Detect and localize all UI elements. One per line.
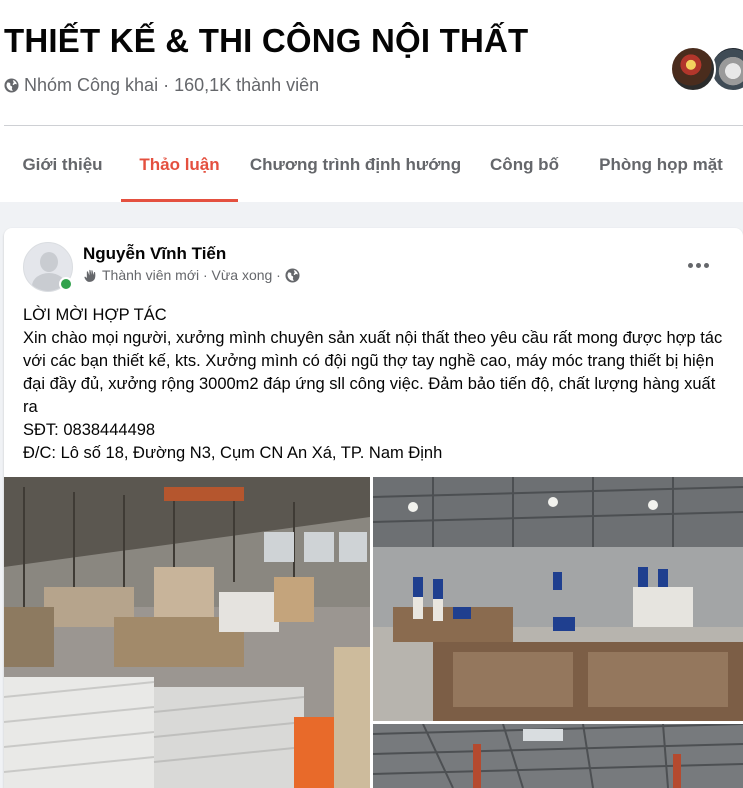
post-options-button[interactable] [678,250,718,280]
post-meta-text[interactable]: Thành viên mới · Vừa xong · [102,267,281,283]
tab-discussion[interactable]: Thảo luận [121,128,238,202]
post-photo-workers[interactable] [373,477,743,721]
tab-about[interactable]: Giới thiệu [4,128,121,202]
tab-rooms[interactable]: Phòng họp mặt [576,128,743,202]
post-body: Xin chào mọi người, xưởng mình chuyên sả… [23,329,723,416]
tab-announcements[interactable]: Công bố [473,128,576,202]
globe-icon [4,78,19,93]
wave-hand-icon [84,269,96,282]
online-status-indicator [59,277,73,291]
group-meta: Nhóm Công khai · 160,1K thành viên [4,75,319,96]
post-photo-warehouse-panels[interactable] [4,477,370,788]
post-meta: Thành viên mới · Vừa xong · [83,267,300,283]
member-avatar[interactable] [670,46,716,92]
group-tabs: Giới thiệu Thảo luận Chương trình định h… [4,128,743,202]
header-divider [4,125,743,126]
audience-globe-icon[interactable] [285,267,300,283]
more-horizontal-icon [687,262,693,268]
group-title[interactable]: THIẾT KẾ & THI CÔNG NỘI THẤT [4,22,528,60]
author-name[interactable]: Nguyễn Vĩnh Tiến [83,244,226,264]
facebook-group-page: THIẾT KẾ & THI CÔNG NỘI THẤT Nhóm Công k… [0,0,743,788]
group-header: THIẾT KẾ & THI CÔNG NỘI THẤT Nhóm Công k… [0,0,743,202]
post-photo-factory-roof[interactable] [373,724,743,788]
post-text: LỜI MỜI HỢP TÁC Xin chào mọi người, xưởn… [23,304,731,465]
member-avatars[interactable] [670,46,743,94]
tab-guides[interactable]: Chương trình định hướng [238,128,473,202]
post-heading: LỜI MỜI HỢP TÁC [23,306,167,324]
post-phone: SĐT: 0838444498 [23,421,156,439]
post-address: Đ/C: Lô số 18, Đường N3, Cụm CN An Xá, T… [23,444,443,462]
group-meta-text[interactable]: Nhóm Công khai · 160,1K thành viên [24,75,319,96]
